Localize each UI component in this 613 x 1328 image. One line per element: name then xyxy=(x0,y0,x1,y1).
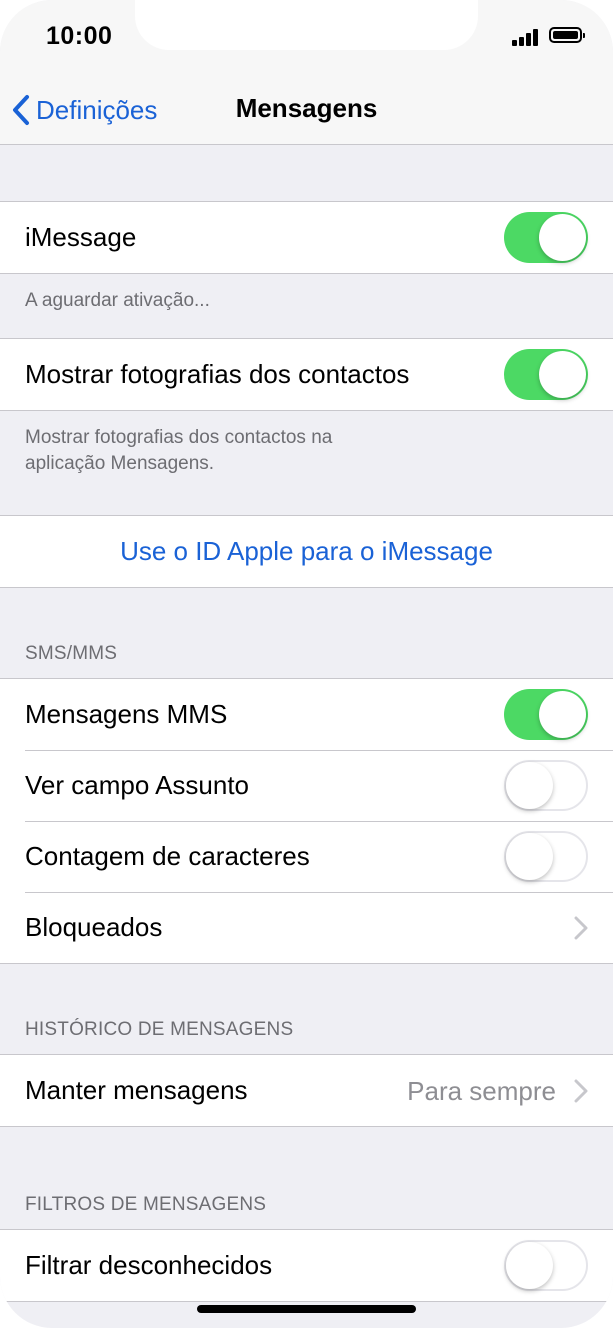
notch xyxy=(135,0,478,50)
filter-unknown-label: Filtrar desconhecidos xyxy=(25,1250,273,1280)
imessage-status-text: A aguardar ativação... xyxy=(25,290,210,311)
toggle-knob xyxy=(506,833,553,880)
keep-messages-row[interactable]: Manter mensagens Para sempre xyxy=(0,1055,613,1126)
history-header-text: HISTÓRICO DE MENSAGENS xyxy=(25,1019,294,1040)
filters-group: Filtrar desconhecidos xyxy=(0,1229,613,1302)
subject-row: Ver campo Assunto xyxy=(0,750,613,821)
status-bar: 10:00 xyxy=(0,0,613,80)
imessage-label: iMessage xyxy=(25,222,137,252)
sms-mms-header: SMS/MMS xyxy=(0,588,613,678)
filter-unknown-row: Filtrar desconhecidos xyxy=(0,1230,613,1301)
mms-toggle[interactable] xyxy=(504,689,588,740)
subject-label: Ver campo Assunto xyxy=(25,770,250,800)
blocked-label: Bloqueados xyxy=(25,912,163,942)
contact-photos-footer-line1: Mostrar fotografias dos contactos na xyxy=(25,427,333,448)
contact-photos-row: Mostrar fotografias dos contactos xyxy=(0,339,613,410)
settings-list: iMessage A aguardar ativação... Mostrar … xyxy=(0,145,613,1302)
sms-mms-group: Mensagens MMS Ver campo Assunto Contagem… xyxy=(0,678,613,964)
mms-label: Mensagens MMS xyxy=(25,699,228,729)
mms-row: Mensagens MMS xyxy=(0,679,613,750)
apple-id-group: Use o ID Apple para o iMessage xyxy=(0,515,613,588)
battery-icon xyxy=(549,27,585,43)
home-indicator[interactable] xyxy=(197,1305,416,1313)
toggle-knob xyxy=(506,762,553,809)
history-header: HISTÓRICO DE MENSAGENS xyxy=(0,964,613,1054)
phone-screen: 10:00 Definições Mensagens iMessage A ag… xyxy=(0,0,613,1328)
filters-header: FILTROS DE MENSAGENS xyxy=(0,1127,613,1229)
contact-photos-toggle[interactable] xyxy=(504,349,588,400)
imessage-toggle[interactable] xyxy=(504,212,588,263)
status-time: 10:00 xyxy=(46,22,113,50)
keep-messages-label: Manter mensagens xyxy=(25,1075,248,1105)
char-count-label: Contagem de caracteres xyxy=(25,841,310,871)
filters-header-text: FILTROS DE MENSAGENS xyxy=(25,1194,267,1215)
apple-id-row[interactable]: Use o ID Apple para o iMessage xyxy=(0,516,613,587)
chevron-right-icon xyxy=(574,1079,588,1103)
apple-id-link[interactable]: Use o ID Apple para o iMessage xyxy=(120,536,493,567)
page-title: Mensagens xyxy=(235,93,378,123)
toggle-knob xyxy=(539,214,586,261)
navigation-bar: Definições Mensagens xyxy=(0,80,613,145)
keep-messages-value: Para sempre xyxy=(407,1076,556,1106)
filter-unknown-toggle[interactable] xyxy=(504,1240,588,1291)
sms-mms-header-text: SMS/MMS xyxy=(25,643,118,664)
char-count-toggle[interactable] xyxy=(504,831,588,882)
imessage-row: iMessage xyxy=(0,202,613,273)
char-count-row: Contagem de caracteres xyxy=(0,821,613,892)
imessage-group: iMessage xyxy=(0,201,613,274)
history-group: Manter mensagens Para sempre xyxy=(0,1054,613,1127)
blocked-row[interactable]: Bloqueados xyxy=(0,892,613,963)
contact-photos-label: Mostrar fotografias dos contactos xyxy=(25,359,410,389)
subject-toggle[interactable] xyxy=(504,760,588,811)
toggle-knob xyxy=(539,351,586,398)
contact-photos-footer-line2: aplicação Mensagens. xyxy=(25,453,215,474)
contact-photos-group: Mostrar fotografias dos contactos xyxy=(0,338,613,411)
toggle-knob xyxy=(539,691,586,738)
chevron-right-icon xyxy=(574,916,588,940)
cellular-signal-icon xyxy=(512,28,540,46)
contact-photos-footer: Mostrar fotografias dos contactos na apl… xyxy=(0,411,613,515)
toggle-knob xyxy=(506,1242,553,1289)
imessage-footer: A aguardar ativação... xyxy=(0,274,613,338)
